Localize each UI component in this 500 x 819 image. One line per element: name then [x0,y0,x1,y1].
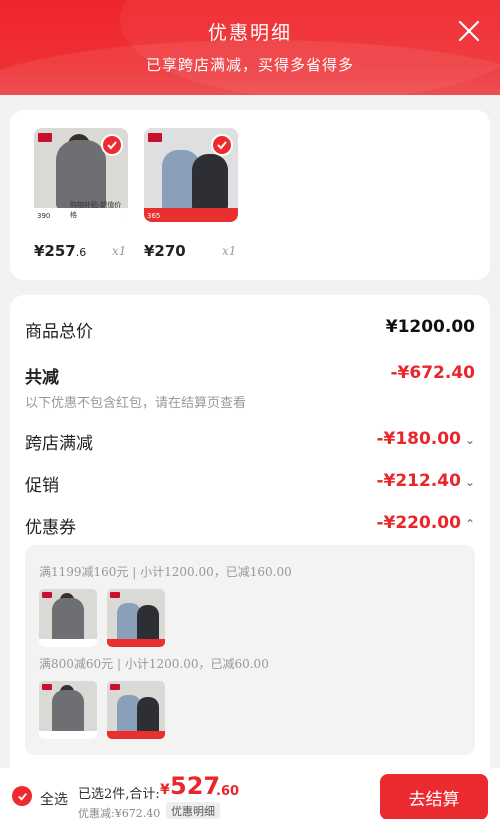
product-checkbox[interactable] [101,134,123,156]
coupon-product-thumb [107,681,165,739]
product-item[interactable]: 365 ¥270 x1 [144,128,240,260]
checkout-bar: 全选 已选2件,合计: ¥ 527 .60 优惠减:¥672.40 优惠明细 去… [0,768,500,819]
close-icon [458,20,480,42]
product-quantity: x1 [222,244,237,258]
product-price: ¥257.6 [34,242,87,260]
page-subtitle: 已享跨店满减，买得多省得多 [145,56,354,74]
product-tag-strip: 390 购物补贴·超值价格 [34,201,128,222]
chevron-down-icon: ⌄ [464,475,475,489]
product-tag-price: 390 [37,212,51,220]
product-tag-price: 365 [147,212,161,220]
total-reduce-label: 共减 [25,368,59,388]
coupon-product-thumb [107,589,165,647]
product-checkbox[interactable] [211,134,233,156]
product-item[interactable]: 390 购物补贴·超值价格 ¥257.6 x1 [34,128,130,260]
product-price: ¥270 [144,242,186,260]
product-image: 390 购物补贴·超值价格 [34,128,128,222]
brand-logo [148,133,162,142]
chevron-down-icon: ⌄ [464,433,475,447]
total-currency: ¥ [160,782,170,798]
total-reduce-row: 共减 -¥672.40 [25,363,476,388]
coupon-rule: 满1199减160元 | 小计1200.00，已减160.00 [39,565,292,579]
discount-detail-card: 商品总价 ¥1200.00 共减 -¥672.40 以下优惠不包含红包，请在结算… [10,295,490,785]
header-banner: 优惠明细 已享跨店满减，买得多省得多 [0,0,500,95]
select-all-label[interactable]: 全选 [40,789,68,809]
total-amount-decimal: .60 [216,784,240,799]
check-icon [17,792,27,801]
discount-line-coupon[interactable]: 优惠券 -¥220.00 ⌃ [25,513,475,538]
total-price-row: 商品总价 ¥1200.00 [25,317,475,342]
discount-line-label: 跨店满减 [25,434,93,454]
coupon-product-thumb [39,681,97,739]
coupon-rule: 满800减60元 | 小计1200.00，已减60.00 [39,657,269,671]
product-image: 365 [144,128,238,222]
close-button[interactable] [456,18,482,44]
page-title: 优惠明细 [207,22,292,44]
selected-summary: 已选2件,合计: [78,787,160,802]
product-quantity: x1 [112,244,127,258]
discount-line-promotion[interactable]: 促销 -¥212.40 ⌄ [25,471,475,496]
product-tag-note: 购物补贴·超值价格 [70,201,122,219]
coupon-detail-panel: 满1199减160元 | 小计1200.00，已减160.00 满800减60元… [25,545,475,755]
discount-line-cross-store[interactable]: 跨店满减 -¥180.00 ⌄ [25,429,475,454]
total-price-value: ¥1200.00 [385,317,475,337]
check-icon [217,141,227,150]
selected-products-card: 390 购物补贴·超值价格 ¥257.6 x1 365 ¥270 x1 [10,110,490,280]
discount-detail-link[interactable]: 优惠明细 [166,802,220,819]
select-all-checkbox[interactable] [12,786,32,806]
product-tag-strip: 365 [144,208,238,222]
coupon-product-thumb [39,589,97,647]
discount-line-label: 优惠券 [25,518,76,538]
chevron-up-icon: ⌃ [464,517,475,531]
discount-line-label: 促销 [25,476,59,496]
total-price-label: 商品总价 [25,322,93,342]
discount-line-value: -¥212.40 ⌄ [376,471,475,491]
brand-logo [38,133,52,142]
discount-note: 以下优惠不包含红包，请在结算页查看 [25,396,247,411]
total-reduce-value: -¥672.40 [390,363,476,383]
checkout-button[interactable]: 去结算 [380,774,488,819]
check-icon [107,141,117,150]
discount-line-value: -¥180.00 ⌄ [376,429,475,449]
discount-line-value: -¥220.00 ⌃ [376,513,475,533]
total-amount: 527 [170,772,221,800]
discount-summary: 优惠减:¥672.40 [78,807,161,819]
